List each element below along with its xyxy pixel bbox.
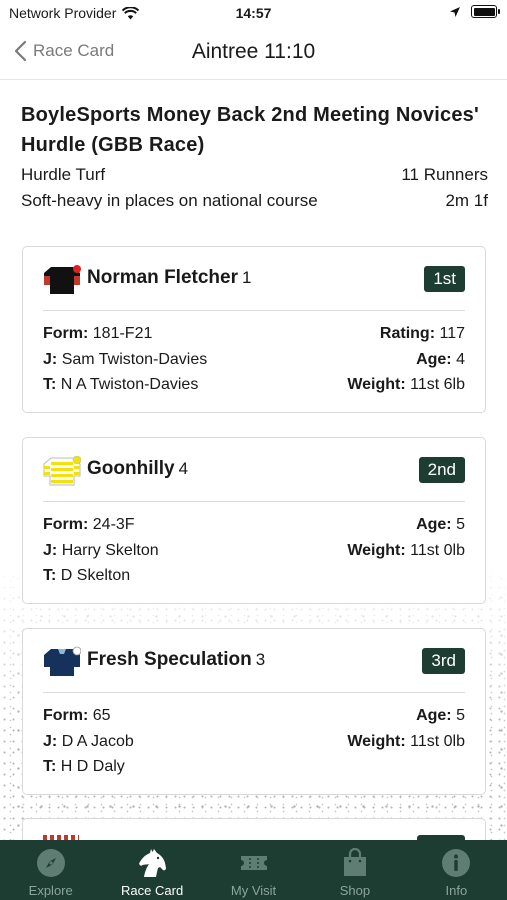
trainer-label: T: [43, 567, 57, 584]
age-label: Age: [416, 516, 452, 533]
jockey-silks-icon [44, 646, 81, 676]
tab-race-card[interactable]: Race Card [101, 840, 202, 900]
form-value: 65 [92, 707, 111, 724]
trainer-label: T: [43, 758, 57, 775]
horse-name: Fresh Speculation 3 [87, 649, 266, 670]
horse-name: Norman Fletcher 1 [87, 267, 252, 288]
race-type: Hurdle Turf [21, 165, 106, 184]
trainer-label: T: [43, 376, 57, 393]
age-label: Age: [416, 707, 452, 724]
form-label: Form: [43, 516, 89, 533]
runner-card[interactable]: Norman Fletcher 1 1st Form: 181-F21 Ratin… [22, 246, 486, 413]
trainer-value: D Skelton [60, 567, 131, 584]
horse-name: Goonhilly 4 [87, 458, 189, 479]
race-distance: 2m 1f [445, 191, 488, 210]
form-value: 24-3F [92, 516, 135, 533]
tab-explore[interactable]: Explore [0, 840, 101, 900]
tab-label: Race Card [121, 883, 184, 898]
runner-details: Form: 65 Age: 5 J: D A Jacob Weight: 11s… [23, 693, 485, 780]
horse-number: 4 [178, 459, 189, 478]
runner-details: Form: 181-F21 Rating: 117 J: Sam Twiston… [23, 311, 485, 398]
tab-shop[interactable]: Shop [304, 840, 405, 900]
weight-label: Weight: [347, 376, 406, 393]
tab-label: My Visit [230, 883, 277, 898]
position-badge: 2nd [418, 457, 465, 483]
weight-value: 11st 0lb [410, 541, 465, 559]
trainer-value: H D Daly [60, 758, 125, 775]
runner-card-header: Goonhilly 4 2nd [43, 438, 465, 502]
form-value: 181-F21 [92, 325, 153, 342]
tab-label: Shop [339, 883, 371, 898]
runner-count: 11 Runners [401, 165, 488, 184]
clock: 14:57 [235, 5, 272, 21]
tab-info[interactable]: Info [406, 840, 507, 900]
jockey-label: J: [43, 541, 58, 559]
race-info-row: Soft-heavy in places on national course … [21, 188, 488, 214]
horse-number: 3 [255, 650, 266, 669]
position-badge: 3rd [422, 648, 465, 674]
jockey-value: Harry Skelton [61, 541, 159, 559]
weight-label: Weight: [347, 732, 406, 750]
info-icon [442, 849, 471, 877]
rating-label: Rating: [379, 325, 436, 342]
race-header: BoyleSports Money Back 2nd Meeting Novic… [21, 100, 488, 214]
race-going: Soft-heavy in places on national course [21, 191, 318, 210]
weight-label: Weight: [347, 541, 406, 559]
horse-head-icon [139, 849, 167, 877]
tab-my-visit[interactable]: My Visit [203, 840, 304, 900]
location-arrow-icon [450, 6, 460, 17]
age-value: 4 [456, 350, 465, 368]
jockey-label: J: [43, 732, 58, 750]
battery-icon [471, 5, 500, 18]
age-value: 5 [456, 707, 465, 724]
jockey-silks-icon [43, 455, 81, 486]
runner-details: Form: 24-3F Age: 5 J: Harry Skelton Weig… [23, 502, 485, 589]
jockey-silks-icon [44, 265, 81, 294]
page-title: Aintree 11:10 [191, 40, 316, 63]
weight-value: 11st 6lb [410, 376, 465, 393]
age-value: 5 [456, 516, 465, 533]
runner-card[interactable]: Fresh Speculation 3 3rd Form: 65 Age: 5 J… [22, 628, 486, 795]
form-label: Form: [43, 707, 89, 724]
horse-number: 1 [241, 268, 252, 287]
position-badge: 1st [424, 266, 465, 292]
compass-icon [36, 849, 65, 877]
form-label: Form: [43, 325, 89, 342]
runner-card-header: Fresh Speculation 3 3rd [43, 629, 465, 693]
jockey-label: J: [43, 350, 58, 368]
age-label: Age: [416, 350, 452, 368]
rating-value: 117 [439, 325, 465, 342]
tab-label: Explore [28, 883, 73, 898]
tab-bar: Explore Race Card My Visit Shop Info [0, 840, 507, 900]
trainer-value: N A Twiston-Davies [60, 376, 199, 393]
runner-card-header: Norman Fletcher 1 1st [43, 247, 465, 311]
ticket-icon [240, 856, 267, 870]
status-icons [449, 5, 500, 18]
runner-card[interactable]: Goonhilly 4 2nd Form: 24-3F Age: 5 J: Har… [22, 437, 486, 604]
race-title: BoyleSports Money Back 2nd Meeting Novic… [21, 104, 479, 156]
jockey-value: Sam Twiston-Davies [61, 350, 208, 368]
weight-value: 11st 0lb [410, 732, 465, 750]
race-info-row: Hurdle Turf 11 Runners [21, 162, 488, 188]
jockey-value: D A Jacob [61, 732, 134, 750]
status-bar: Network Provider 14:57 [0, 0, 507, 28]
navigation-bar: Race Card Aintree 11:10 [0, 28, 507, 80]
tab-label: Info [445, 883, 468, 898]
shopping-bag-icon [343, 847, 366, 876]
